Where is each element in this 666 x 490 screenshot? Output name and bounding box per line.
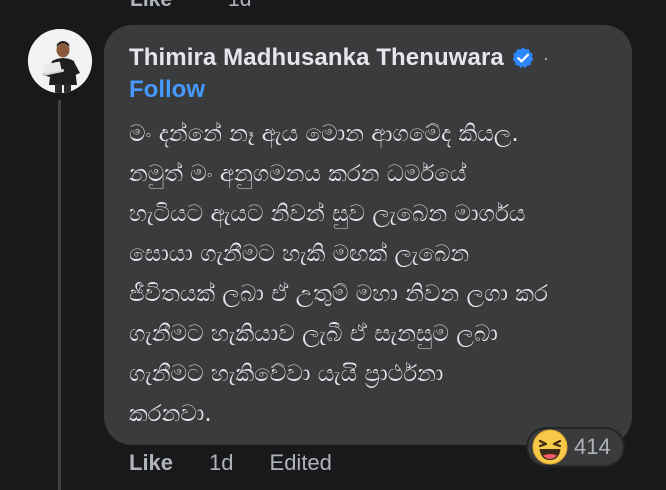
reaction-count: 414	[574, 434, 611, 459]
reaction-summary[interactable]: 414	[526, 427, 625, 467]
comment-thread: Like 1d Thimira Madhusanka Thenuwara	[0, 0, 666, 490]
comment-text-line: මං දන්නේ නෑ ඇය මොන ආගමේද කියල.	[129, 121, 519, 147]
previous-comment-actions: Like 1d	[130, 0, 251, 12]
comment-text-line: ජීවිතයක් ලබා ඒ උතුම් මහා නිවන ලගා කර	[129, 281, 548, 307]
separator-dot: ·	[542, 47, 549, 68]
comment-text-line: ගැනීමට හැකියාව ලැබී ඒ සැනසුම ලබා	[129, 321, 498, 347]
comment-text-line: නමුත් මං අනුගමනය කරන ධර්මයේ	[129, 161, 467, 187]
thread-connector-line	[58, 100, 61, 490]
comment-bubble: Thimira Madhusanka Thenuwara · Follow මං…	[104, 25, 632, 445]
previous-timestamp[interactable]: 1d	[228, 0, 251, 12]
comment-text-line: සොයා ගැනීමට හැකි මඟක් ලැබෙන	[129, 241, 470, 267]
comment-actions: Like 1d Edited	[129, 450, 332, 476]
comment-text-line: ගැනීමට හැකිවේවා යැයි ප්‍රාර්ථනා	[129, 361, 444, 387]
like-button[interactable]: Like	[129, 450, 173, 476]
edited-label[interactable]: Edited	[270, 450, 332, 476]
haha-emoji-icon	[532, 429, 568, 465]
previous-like-button[interactable]: Like	[130, 0, 172, 12]
comment-text: මං දන්නේ නෑ ඇය මොන ආගමේද කියල. නමුත් මං …	[129, 114, 617, 434]
avatar[interactable]	[28, 29, 92, 93]
follow-button[interactable]: Follow	[129, 76, 608, 106]
comment-text-line: හැටියට ඇයට නිවන් සුව ලැබෙන මාර්ගය	[129, 201, 526, 227]
person-avatar-icon	[28, 29, 92, 93]
author-row: Thimira Madhusanka Thenuwara ·	[129, 42, 608, 74]
author-name-link[interactable]: Thimira Madhusanka Thenuwara	[129, 44, 504, 72]
timestamp[interactable]: 1d	[209, 450, 233, 476]
verified-badge-icon	[511, 46, 535, 70]
